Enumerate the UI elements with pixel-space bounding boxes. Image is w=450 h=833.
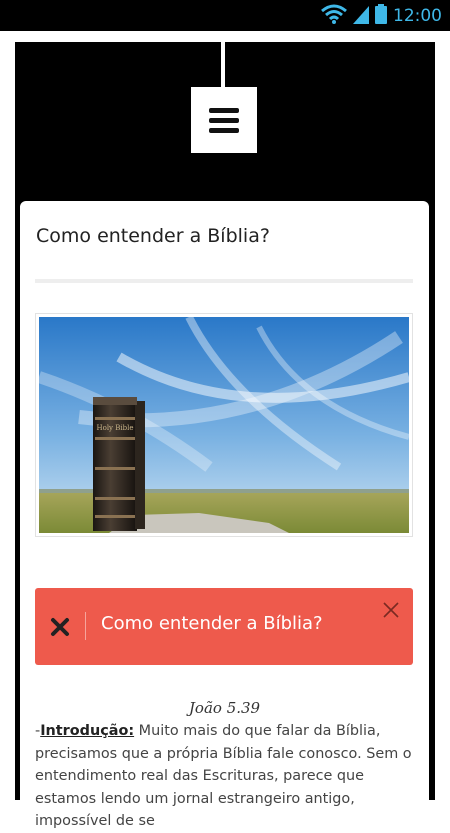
intro-paragraph: -Introdução: Muito mais do que falar da … <box>35 720 413 833</box>
alert-separator <box>85 612 86 640</box>
battery-icon <box>375 4 387 28</box>
verse-reference: João 5.39 <box>188 699 261 717</box>
hero-image-frame: Holy Bible <box>35 313 413 537</box>
book-spine-label: Holy Bible <box>97 424 134 432</box>
bible-on-hill-image: Holy Bible <box>39 317 409 533</box>
alert-text: Como entender a Bíblia? <box>101 613 323 634</box>
title-divider <box>35 279 413 283</box>
status-icons: 12:00 <box>321 4 442 28</box>
menu-button[interactable] <box>191 87 257 153</box>
status-bar: 12:00 <box>0 0 450 31</box>
alert-banner: Como entender a Bíblia? <box>35 588 413 665</box>
page-title: Como entender a Bíblia? <box>36 225 270 247</box>
close-icon[interactable] <box>381 600 401 620</box>
wifi-icon <box>321 4 347 28</box>
content-card: Como entender a Bíblia? Holy Bible Como … <box>20 201 429 829</box>
intro-label: Introdução: <box>40 723 135 739</box>
menu-hanger-line <box>221 42 225 88</box>
status-gap <box>0 31 450 42</box>
status-time: 12:00 <box>393 6 442 26</box>
signal-icon <box>353 4 369 28</box>
hamburger-icon <box>209 107 239 133</box>
x-icon <box>35 588 85 665</box>
